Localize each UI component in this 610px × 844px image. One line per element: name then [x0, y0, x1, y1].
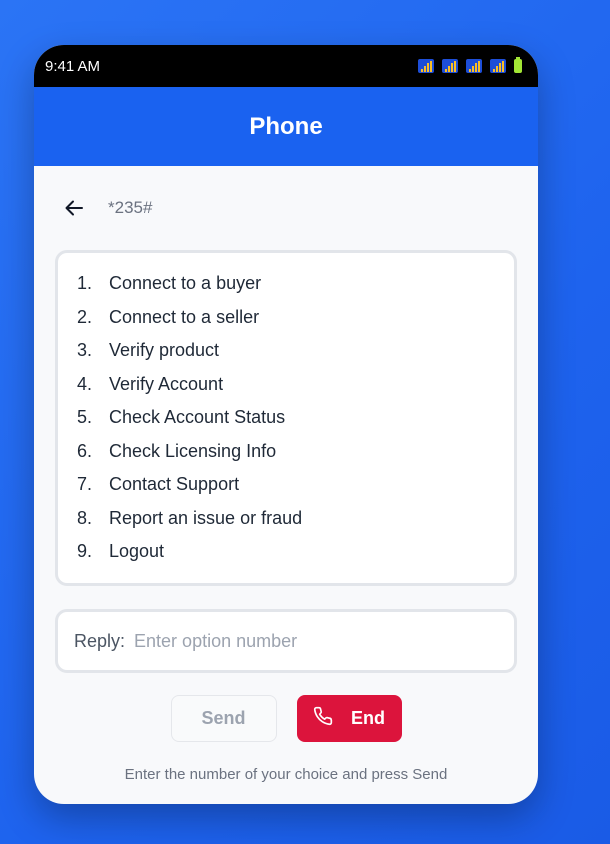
menu-item: 9. Logout: [77, 541, 514, 575]
menu-item-label: Logout: [109, 541, 165, 561]
reply-box: Reply:: [55, 609, 517, 673]
reply-label: Reply:: [74, 630, 126, 651]
phone-icon: [313, 706, 333, 731]
ussd-row: *235#: [55, 166, 517, 250]
ussd-code: *235#: [108, 198, 153, 217]
menu-item-number: 2.: [77, 306, 93, 327]
menu-item-number: 4.: [77, 373, 93, 394]
menu-item-label: Check Account Status: [109, 407, 286, 427]
instruction-text: Enter the number of your choice and pres…: [124, 766, 448, 783]
status-bar: 9:41 AM: [34, 45, 538, 87]
menu-list: 1. Connect to a buyer 2. Connect to a sell…: [77, 273, 514, 575]
app-header: Phone: [34, 87, 538, 166]
menu-item: 6. Check Licensing Info: [77, 441, 514, 475]
menu-item-number: 7.: [77, 474, 93, 494]
arrow-left-icon[interactable]: [65, 196, 89, 220]
menu-item-number: 5.: [77, 407, 93, 427]
status-icons: [418, 57, 522, 73]
menu-item-number: 8.: [77, 507, 93, 528]
status-time: 9:41 AM: [45, 57, 101, 75]
ussd-screen: *235# 1. Connect to a buyer 2. Connect to …: [34, 166, 538, 783]
signal-icon: [418, 59, 434, 73]
menu-item-number: 3.: [77, 340, 93, 360]
send-button-label: Send: [201, 708, 246, 728]
menu-item: 3. Verify product: [77, 340, 514, 374]
menu-item-label: Verify product: [109, 340, 220, 360]
menu-item-number: 6.: [77, 440, 93, 461]
signal-icon: [442, 59, 458, 73]
ussd-menu: 1. Connect to a buyer 2. Connect to a sell…: [55, 250, 517, 586]
menu-item: 5. Check Account Status: [77, 407, 514, 441]
menu-item-label: Connect to a seller: [109, 306, 260, 327]
menu-item-label: Check Licensing Info: [109, 440, 277, 461]
signal-icon: [490, 59, 506, 73]
menu-item-label: Contact Support: [109, 474, 240, 494]
send-button[interactable]: Send: [170, 695, 277, 742]
menu-item-label: Report an issue or fraud: [109, 507, 303, 528]
menu-item: 2. Connect to a seller: [77, 307, 514, 341]
menu-item-number: 1.: [77, 273, 93, 293]
page-title: Phone: [249, 112, 323, 140]
menu-item-label: Verify Account: [109, 373, 224, 394]
menu-item: 7. Contact Support: [77, 474, 514, 508]
menu-item-number: 9.: [77, 541, 93, 561]
menu-item-label: Connect to a buyer: [109, 273, 262, 293]
signal-icon: [466, 59, 482, 73]
end-button-label: End: [351, 708, 385, 728]
action-buttons: Send End: [55, 695, 517, 742]
phone-frame: 9:41 AM Phone *235# 1. Connect to a buyer…: [34, 45, 538, 804]
menu-item: 8. Report an issue or fraud: [77, 508, 514, 542]
reply-input[interactable]: [134, 630, 514, 652]
menu-item: 4. Verify Account: [77, 374, 514, 408]
battery-icon: [514, 57, 522, 73]
menu-item: 1. Connect to a buyer: [77, 273, 514, 307]
end-call-button[interactable]: End: [296, 695, 402, 742]
